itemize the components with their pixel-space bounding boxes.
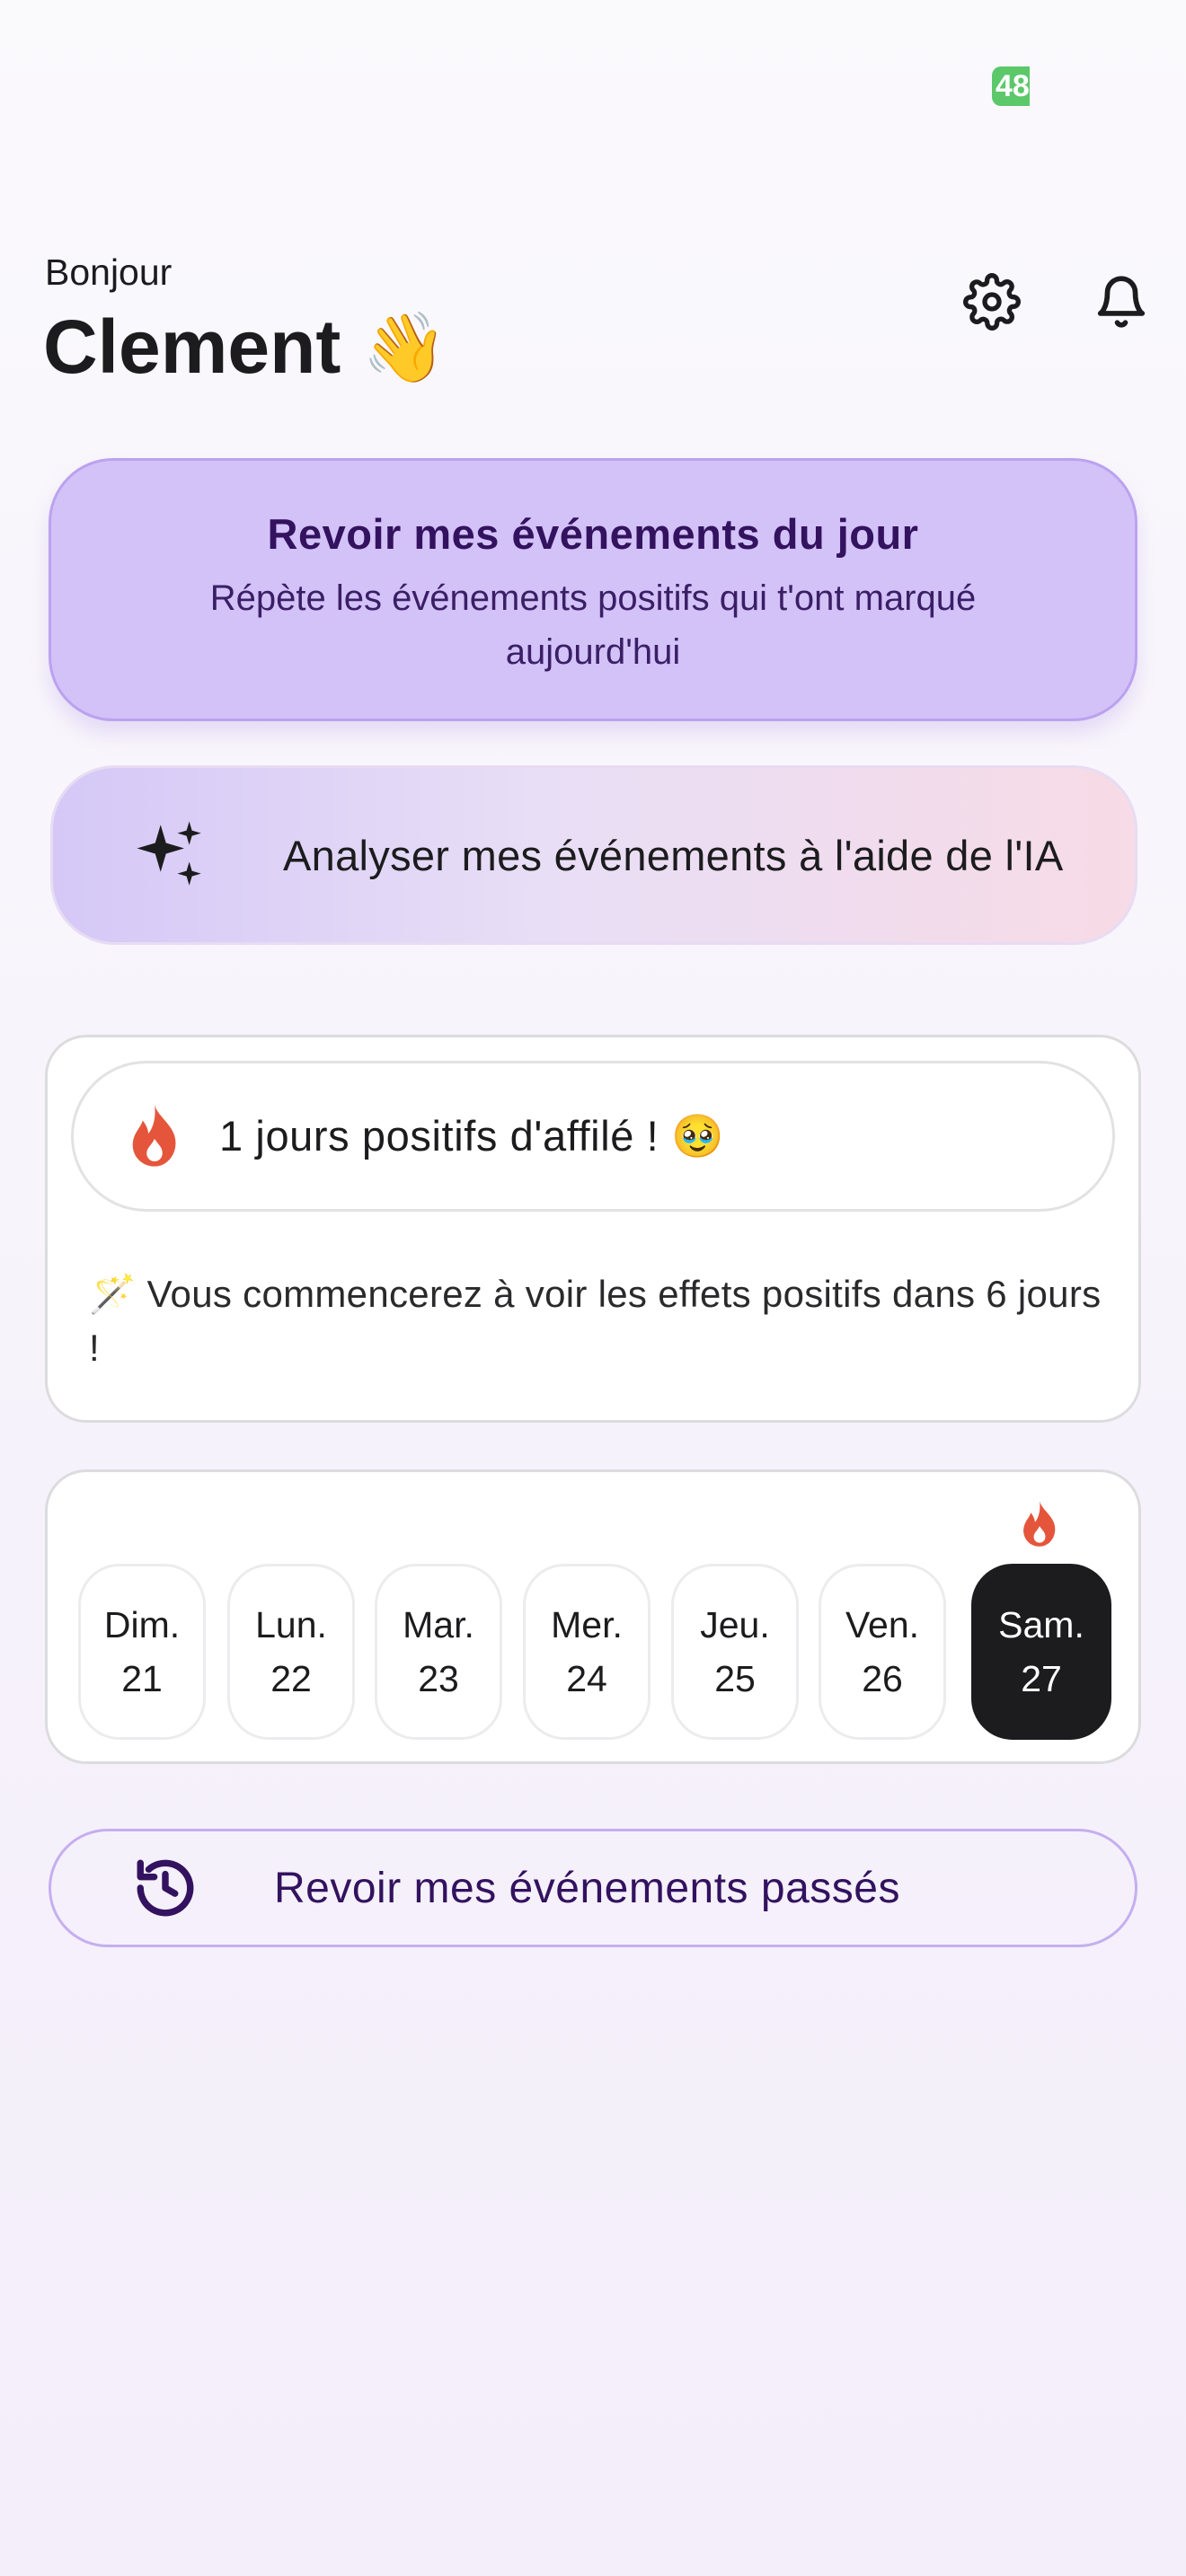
review-today-title: Revoir mes événements du jour bbox=[267, 510, 919, 558]
day-number: 21 bbox=[121, 1658, 163, 1699]
settings-button[interactable] bbox=[956, 266, 1028, 338]
user-name: Clement bbox=[43, 304, 341, 389]
greeting-label: Bonjour bbox=[45, 251, 173, 293]
day-monday[interactable]: Lun. 22 bbox=[227, 1564, 355, 1740]
home-screen: 48 Bonjour Clement 👋 Revoir mes événemen… bbox=[0, 0, 1186, 2576]
day-name: Mar. bbox=[403, 1604, 474, 1645]
wave-emoji: 👋 bbox=[362, 309, 448, 386]
review-today-subtitle: Répète les événements positifs qui t'ont… bbox=[209, 578, 977, 672]
day-number: 23 bbox=[418, 1658, 459, 1699]
day-name: Sam. bbox=[998, 1604, 1084, 1645]
gear-icon bbox=[963, 273, 1021, 331]
day-name: Mer. bbox=[551, 1604, 623, 1645]
flame-icon bbox=[132, 1104, 176, 1167]
ai-analyze-button[interactable]: Analyser mes événements à l'aide de l'IA bbox=[50, 765, 1137, 945]
day-thursday[interactable]: Jeu. 25 bbox=[671, 1564, 799, 1740]
streak-message: 🪄 Vous commencerez à voir les effets pos… bbox=[89, 1273, 1102, 1369]
streak-card: 1 jours positifs d'affilé ! 🥹 🪄 Vous com… bbox=[45, 1035, 1141, 1423]
day-number: 26 bbox=[862, 1658, 903, 1699]
bell-icon bbox=[1097, 276, 1146, 328]
past-events-button[interactable]: Revoir mes événements passés bbox=[49, 1829, 1137, 1947]
day-saturday-selected[interactable]: Sam. 27 bbox=[971, 1564, 1111, 1740]
user-name-title: Clement 👋 bbox=[43, 304, 447, 391]
day-number: 24 bbox=[566, 1658, 607, 1699]
ai-analyze-label: Analyser mes événements à l'aide de l'IA bbox=[283, 831, 1064, 879]
day-number: 27 bbox=[1021, 1658, 1062, 1699]
day-number: 25 bbox=[714, 1658, 756, 1699]
past-events-label: Revoir mes événements passés bbox=[274, 1864, 900, 1912]
history-icon bbox=[137, 1859, 194, 1917]
day-name: Jeu. bbox=[700, 1604, 770, 1645]
day-sunday[interactable]: Dim. 21 bbox=[78, 1564, 206, 1740]
flame-icon bbox=[1023, 1501, 1056, 1547]
battery-badge: 48 bbox=[992, 66, 1030, 106]
streak-pill: 1 jours positifs d'affilé ! 🥹 bbox=[71, 1061, 1115, 1212]
day-friday[interactable]: Ven. 26 bbox=[819, 1564, 946, 1740]
notifications-button[interactable] bbox=[1085, 266, 1157, 338]
day-tuesday[interactable]: Mar. 23 bbox=[375, 1564, 502, 1740]
day-wednesday[interactable]: Mer. 24 bbox=[523, 1564, 651, 1740]
day-name: Lun. bbox=[255, 1604, 327, 1645]
day-name: Ven. bbox=[845, 1604, 920, 1645]
review-today-button[interactable]: Revoir mes événements du jour Répète les… bbox=[49, 458, 1137, 721]
week-card: Dim. 21 Lun. 22 Mar. 23 Mer. 24 Jeu. 25 … bbox=[45, 1469, 1141, 1764]
day-name: Dim. bbox=[103, 1604, 181, 1645]
streak-text: 1 jours positifs d'affilé ! 🥹 bbox=[219, 1112, 725, 1160]
sparkle-icon bbox=[137, 821, 201, 886]
day-number: 22 bbox=[270, 1658, 312, 1699]
